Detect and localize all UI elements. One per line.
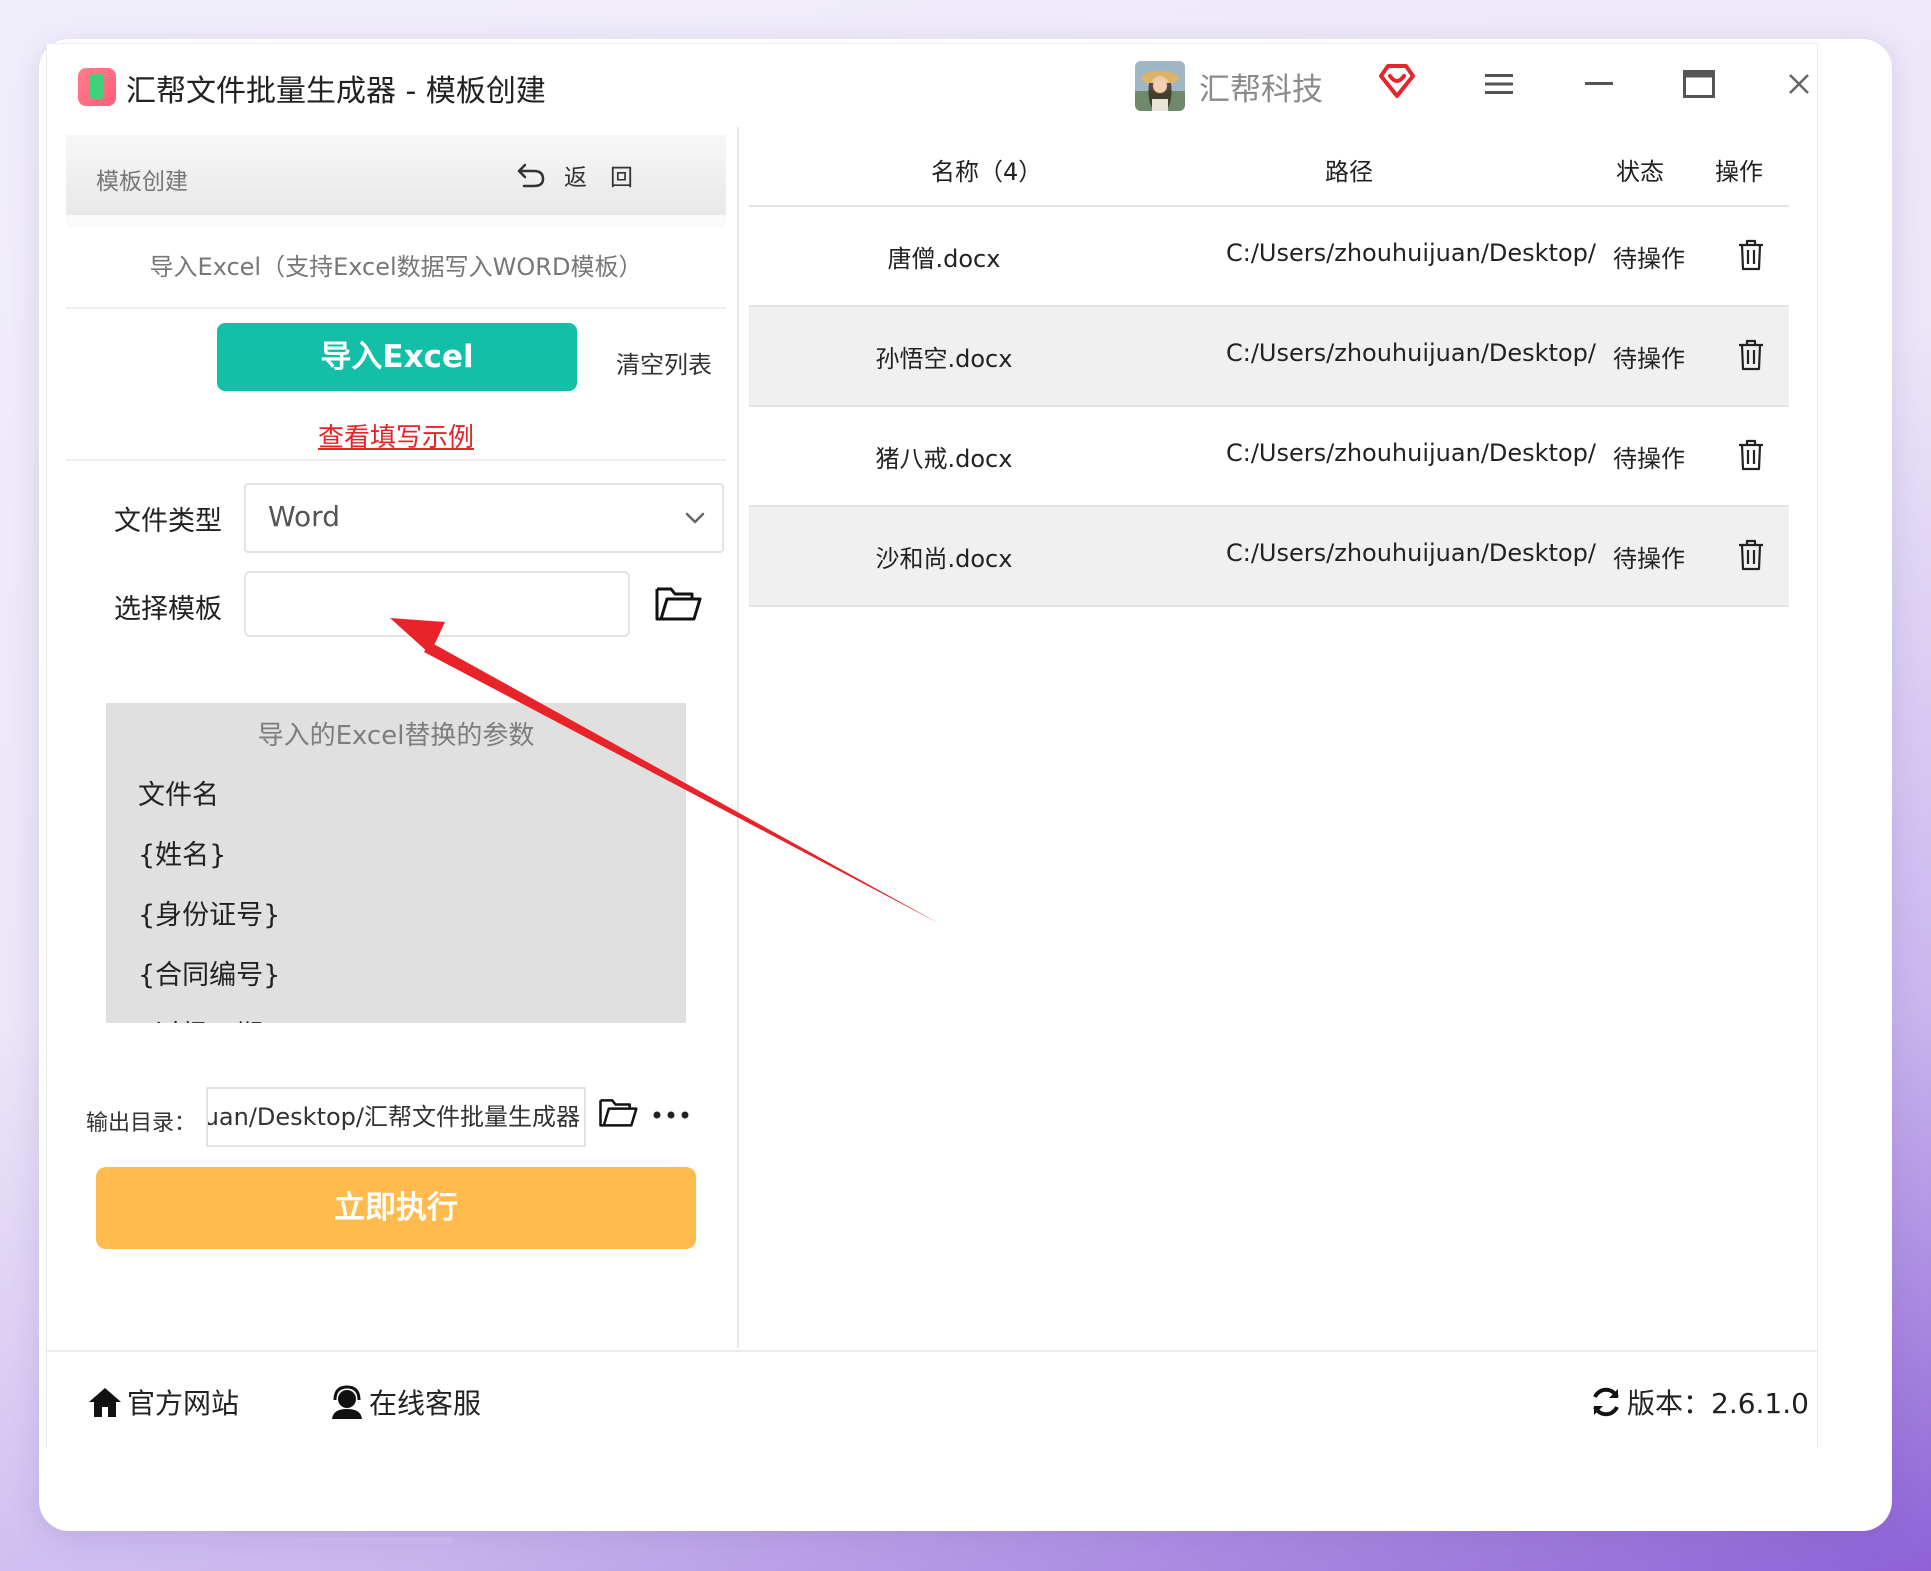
trash-icon[interactable] <box>1737 239 1765 271</box>
table-row[interactable]: 沙和尚.docx C:/Users/zhouhuijuan/Desktop/ 待… <box>749 507 1789 607</box>
table-row[interactable]: 唐僧.docx C:/Users/zhouhuijuan/Desktop/ 待操… <box>749 207 1789 307</box>
version-label: 版本：2.6.1.0 <box>1627 1387 1809 1420</box>
file-name: 猪八戒.docx <box>875 445 1013 473</box>
title-bar: 汇帮文件批量生成器 - 模板创建 汇帮科技 <box>47 44 1817 127</box>
scroll-indicator[interactable] <box>86 1537 453 1544</box>
file-name: 孙悟空.docx <box>875 345 1013 373</box>
menu-icon[interactable] <box>1477 62 1521 106</box>
trash-icon[interactable] <box>1737 339 1765 371</box>
run-now-button[interactable]: 立即执行 <box>96 1167 696 1249</box>
folder-open-icon[interactable] <box>598 1093 638 1131</box>
official-website-link[interactable]: 官方网站 <box>87 1382 239 1422</box>
maximize-icon[interactable] <box>1677 62 1721 106</box>
folder-open-icon[interactable] <box>654 581 702 625</box>
window-title: 汇帮文件批量生成器 - 模板创建 <box>126 74 546 109</box>
trash-icon[interactable] <box>1737 539 1765 571</box>
column-header-action: 操作 <box>1715 158 1763 186</box>
file-name: 唐僧.docx <box>887 245 1001 273</box>
template-input[interactable] <box>244 571 630 637</box>
refresh-icon <box>1593 1387 1619 1417</box>
minimize-icon[interactable] <box>1577 62 1621 106</box>
application: 汇帮文件批量生成器 - 模板创建 汇帮科技 模板创建 返 回 导入Excel（支… <box>46 43 1818 1450</box>
file-type-label: 文件类型 <box>114 506 222 537</box>
table-row[interactable]: 孙悟空.docx C:/Users/zhouhuijuan/Desktop/ 待… <box>749 307 1789 407</box>
panel-header: 模板创建 返 回 <box>66 135 726 215</box>
back-button-label: 返 回 <box>564 165 633 191</box>
status-bar: 官方网站 在线客服 版本：2.6.1.0 <box>47 1350 1817 1450</box>
customer-service-icon <box>332 1385 362 1419</box>
file-path: C:/Users/zhouhuijuan/Desktop/ <box>1226 339 1596 367</box>
online-support-link[interactable]: 在线客服 <box>329 1382 481 1422</box>
param-item: {姓名} <box>138 840 227 871</box>
home-icon <box>89 1388 121 1417</box>
param-item: 文件名 <box>138 780 219 811</box>
column-header-name: 名称（4） <box>931 158 1043 186</box>
brand-name: 汇帮科技 <box>1199 72 1323 108</box>
template-create-panel: 模板创建 返 回 导入Excel（支持Excel数据写入WORD模板） 导入Ex… <box>66 135 726 1325</box>
excel-params-box[interactable]: 导入的Excel替换的参数 文件名 {姓名} {身份证号} {合同编号} {过场… <box>106 703 686 1023</box>
form-area: 文件类型 Word 选择模板 导入的Excel替换的参数 文件名 {姓名} {身… <box>66 461 726 1325</box>
more-options-icon[interactable] <box>651 1103 691 1127</box>
output-dir-label: 输出目录： <box>86 1111 197 1136</box>
params-title: 导入的Excel替换的参数 <box>257 721 535 751</box>
close-icon[interactable] <box>1777 62 1821 106</box>
file-status: 待操作 <box>1613 445 1685 473</box>
file-path: C:/Users/zhouhuijuan/Desktop/ <box>1226 439 1596 467</box>
left-panel: 模板创建 返 回 导入Excel（支持Excel数据写入WORD模板） 导入Ex… <box>47 127 739 1348</box>
panel-title: 模板创建 <box>96 169 188 195</box>
param-item: {合同编号} <box>138 960 281 991</box>
online-support-label: 在线客服 <box>369 1387 482 1420</box>
output-dir-input[interactable]: C:/Users/zhouhuijuan/Desktop/汇帮文件批量生成器 <box>206 1087 586 1147</box>
table-row[interactable]: 猪八戒.docx C:/Users/zhouhuijuan/Desktop/ 待… <box>749 407 1789 507</box>
file-status: 待操作 <box>1613 345 1685 373</box>
diamond-heart-icon[interactable] <box>1377 60 1417 100</box>
param-item: {身份证号} <box>138 900 281 931</box>
file-table: 名称（4） 路径 状态 操作 唐僧.docx C:/Users/zhouhuij… <box>739 127 1817 1348</box>
column-header-path: 路径 <box>1325 158 1373 186</box>
file-type-value: Word <box>268 500 340 533</box>
user-avatar[interactable] <box>1135 61 1185 111</box>
trash-icon[interactable] <box>1737 439 1765 471</box>
template-label: 选择模板 <box>114 594 222 625</box>
chevron-down-icon <box>685 512 705 524</box>
app-logo-icon <box>78 68 116 106</box>
file-type-select[interactable]: Word <box>244 483 724 553</box>
file-path: C:/Users/zhouhuijuan/Desktop/ <box>1226 539 1596 567</box>
file-name: 沙和尚.docx <box>875 545 1013 573</box>
import-excel-button[interactable]: 导入Excel <box>217 323 577 391</box>
file-status: 待操作 <box>1613 245 1685 273</box>
param-item: {过场日期} <box>138 1013 280 1023</box>
view-example-link[interactable]: 查看填写示例 <box>66 417 726 454</box>
version-info[interactable]: 版本：2.6.1.0 <box>1589 1382 1809 1422</box>
file-status: 待操作 <box>1613 545 1685 573</box>
official-website-label: 官方网站 <box>127 1387 240 1420</box>
file-path: C:/Users/zhouhuijuan/Desktop/ <box>1226 239 1596 267</box>
back-arrow-icon <box>517 163 545 188</box>
column-header-status: 状态 <box>1616 158 1664 186</box>
import-section: 导入Excel 清空列表 查看填写示例 <box>66 309 726 461</box>
import-hint: 导入Excel（支持Excel数据写入WORD模板） <box>66 227 726 309</box>
clear-list-button[interactable]: 清空列表 <box>616 345 712 380</box>
back-button[interactable]: 返 回 <box>516 159 633 191</box>
